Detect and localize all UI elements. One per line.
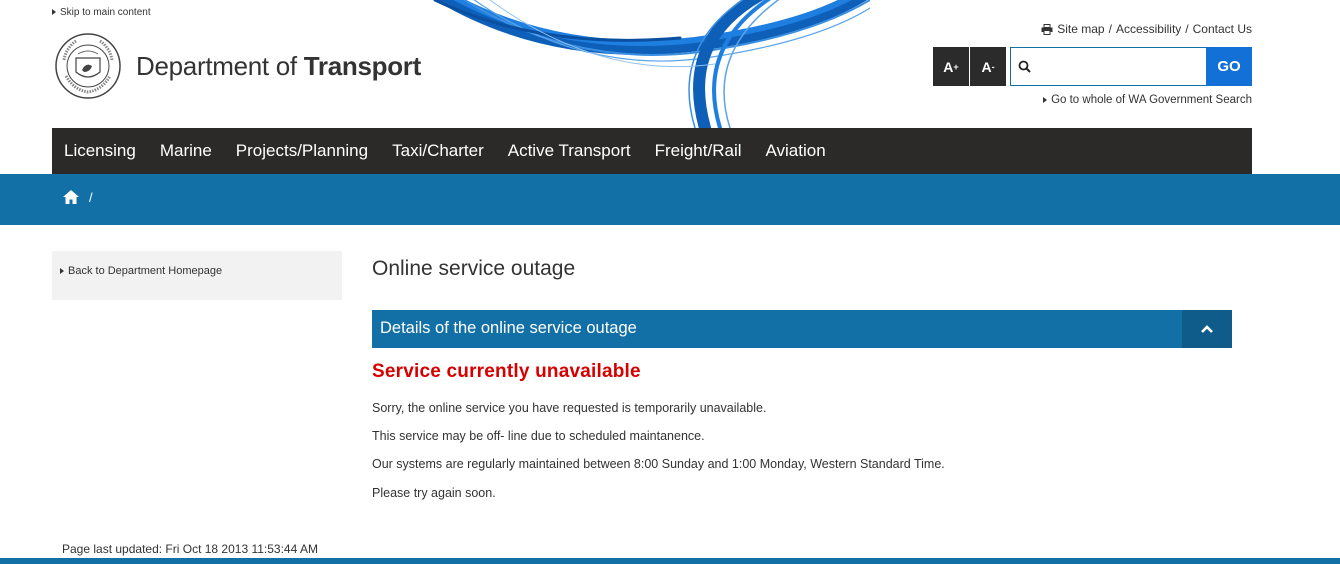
service-unavailable-alert: Service currently unavailable <box>372 361 641 382</box>
print-icon[interactable] <box>1041 23 1053 35</box>
search-box <box>1010 47 1209 86</box>
increase-font-label: A <box>943 58 954 75</box>
department-title-bold: Transport <box>303 50 422 81</box>
home-icon[interactable] <box>62 189 80 205</box>
nav-item-projects-planning[interactable]: Projects/Planning <box>224 141 380 161</box>
nav-item-freight-rail[interactable]: Freight/Rail <box>643 141 754 161</box>
nav-item-aviation[interactable]: Aviation <box>754 141 838 161</box>
department-title-prefix: Department of <box>136 50 304 81</box>
sidebar: Back to Department Homepage <box>52 251 342 300</box>
main-navigation: Licensing Marine Projects/Planning Taxi/… <box>52 128 1252 174</box>
back-to-homepage-label: Back to Department Homepage <box>68 265 223 277</box>
search-go-button[interactable]: GO <box>1206 47 1252 86</box>
chevron-up-icon <box>1201 325 1213 333</box>
wa-government-crest-icon <box>55 33 121 99</box>
accessibility-link[interactable]: Accessibility <box>1116 22 1181 36</box>
caret-right-icon <box>60 268 64 275</box>
utility-separator: / <box>1185 22 1189 36</box>
accordion-title: Details of the online service outage <box>380 319 637 337</box>
wa-government-search-label: Go to whole of WA Government Search <box>1051 94 1252 106</box>
search-icon <box>1018 60 1031 73</box>
site-header: Skip to main content Department of Trans… <box>0 0 1340 128</box>
footer-divider <box>0 558 1340 564</box>
department-title: Department of Transport <box>136 51 421 82</box>
page-last-updated: Page last updated: Fri Oct 18 2013 11:53… <box>62 542 318 556</box>
search-input[interactable] <box>1035 48 1209 85</box>
utility-separator: / <box>1108 22 1112 36</box>
decrease-font-button[interactable]: A- <box>970 47 1006 86</box>
breadcrumb <box>0 174 1340 225</box>
nav-item-taxi-charter[interactable]: Taxi/Charter <box>380 141 496 161</box>
nav-item-active-transport[interactable]: Active Transport <box>496 141 643 161</box>
outage-message-1: Sorry, the online service you have reque… <box>372 401 767 415</box>
nav-item-licensing[interactable]: Licensing <box>52 141 148 161</box>
caret-right-icon <box>52 9 56 16</box>
increase-font-sup: + <box>953 61 959 72</box>
increase-font-button[interactable]: A + <box>933 47 969 86</box>
skip-to-main-link[interactable]: Skip to main content <box>52 7 151 18</box>
accordion-header[interactable]: Details of the online service outage <box>372 310 1232 348</box>
back-to-homepage-link[interactable]: Back to Department Homepage <box>60 265 222 277</box>
caret-right-icon <box>1043 96 1048 103</box>
decrease-font-label: A <box>981 58 992 75</box>
wa-government-search-link[interactable]: Go to whole of WA Government Search <box>1043 94 1252 106</box>
site-map-link[interactable]: Site map <box>1057 22 1104 36</box>
outage-message-3: Our systems are regularly maintained bet… <box>372 457 945 471</box>
outage-message-4: Please try again soon. <box>372 486 496 500</box>
utility-links: Site map / Accessibility / Contact Us <box>1041 22 1252 36</box>
nav-item-marine[interactable]: Marine <box>148 141 224 161</box>
blue-swoosh-decoration <box>433 0 870 128</box>
page-title: Online service outage <box>372 257 576 280</box>
accordion-toggle-button[interactable] <box>1182 310 1232 348</box>
skip-to-main-label: Skip to main content <box>60 7 151 18</box>
outage-message-2: This service may be off- line due to sch… <box>372 429 705 443</box>
department-logo[interactable]: Department of Transport <box>54 32 421 100</box>
breadcrumb-separator: / <box>89 190 93 205</box>
contact-us-link[interactable]: Contact Us <box>1193 22 1252 36</box>
decrease-font-sup: - <box>991 61 995 72</box>
